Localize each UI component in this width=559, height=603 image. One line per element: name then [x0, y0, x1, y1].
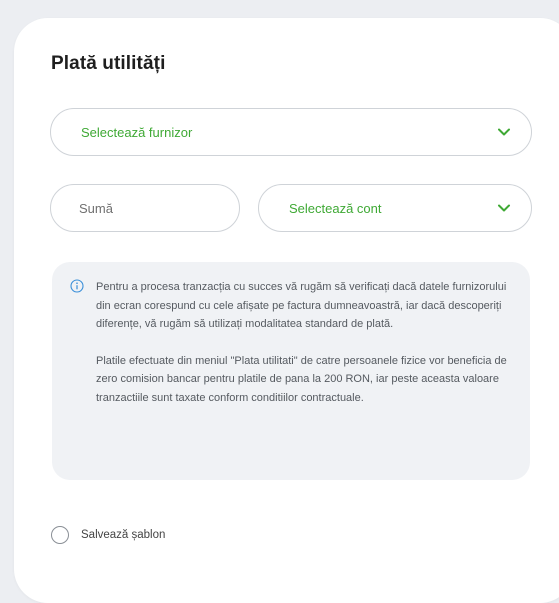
- info-icon: [70, 279, 84, 293]
- amount-placeholder: Sumă: [79, 200, 113, 216]
- save-template-checkbox[interactable]: [51, 526, 69, 544]
- chevron-down-icon: [498, 128, 510, 136]
- payment-card: Plată utilități Selectează furnizor Sumă…: [14, 18, 559, 603]
- chevron-down-icon: [498, 204, 510, 212]
- info-text-1: Pentru a procesa tranzacția cu succes vă…: [96, 281, 507, 330]
- save-template-option[interactable]: Salvează șablon: [51, 526, 165, 544]
- info-box: Pentru a procesa tranzacția cu succes vă…: [52, 262, 530, 480]
- page-title: Plată utilități: [51, 53, 166, 74]
- supplier-placeholder: Selectează furnizor: [81, 124, 193, 140]
- supplier-select[interactable]: Selectează furnizor: [50, 108, 532, 156]
- account-placeholder: Selectează cont: [289, 200, 382, 216]
- save-template-label: Salvează șablon: [81, 529, 166, 541]
- info-text-2: Platile efectuate din meniul "Plata util…: [96, 354, 507, 404]
- amount-input[interactable]: Sumă: [50, 184, 240, 232]
- account-select[interactable]: Selectează cont: [258, 184, 532, 232]
